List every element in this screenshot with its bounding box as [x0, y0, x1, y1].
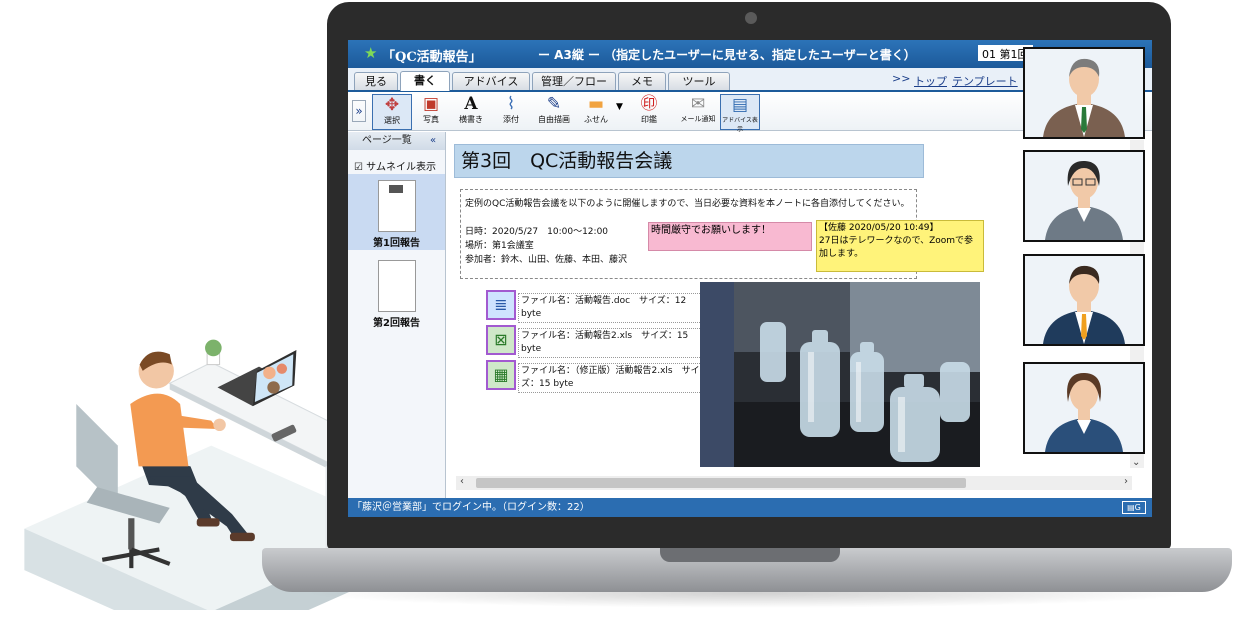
tab-manage-flow[interactable]: 管理／フロー — [532, 72, 616, 90]
page-thumbnail-2[interactable]: 第2回報告 — [348, 254, 445, 330]
woman-avatar-icon — [1025, 364, 1143, 452]
page-title: 第3回 QC活動報告会議 — [454, 144, 924, 178]
webcam — [745, 12, 757, 24]
login-status: 「藤沢＠営業部」でログイン中。（ログイン数：22） — [352, 502, 590, 513]
nav-link-top[interactable]: トップ — [914, 73, 947, 89]
participant-video-3 — [1023, 254, 1145, 346]
memo-attendees: 参加者：鈴木、山田、佐藤、本田、藤沢 — [465, 255, 628, 265]
excel-file-icon[interactable]: ▦ — [486, 360, 516, 390]
status-bar: 「藤沢＠営業部」でログイン中。（ログイン数：22） ▤G — [348, 498, 1152, 517]
sticky-note-tool-button[interactable]: ▬ ふせん — [576, 94, 616, 128]
sticky-note-body: 27日はテレワークなので、Zoomで参加します。 — [819, 236, 974, 259]
sidebar-collapse-button[interactable]: « — [430, 132, 436, 150]
woman-avatar-icon — [1025, 152, 1143, 240]
tab-advice[interactable]: アドバイス — [452, 72, 530, 90]
tab-view[interactable]: 見る — [354, 72, 398, 90]
photo-tool-button[interactable]: ▣ 写真 — [412, 94, 450, 128]
participant-video-4 — [1023, 362, 1145, 454]
chevron-down-icon[interactable]: ▼ — [616, 102, 623, 112]
thumbnail-image — [378, 180, 416, 232]
memo-place: 場所：第1会議室 — [465, 241, 534, 251]
draw-tool-button[interactable]: ✎ 自由描画 — [532, 94, 576, 128]
word-file-icon[interactable]: ≣ — [486, 290, 516, 320]
man-avatar-icon — [1025, 256, 1143, 344]
nav-arrow[interactable]: >> — [892, 72, 910, 85]
participant-video-1 — [1023, 47, 1145, 139]
stamp-tool-button[interactable]: ㊞ 印鑑 — [630, 94, 668, 128]
text-icon: A — [464, 94, 478, 114]
text-tool-button[interactable]: A 横書き — [452, 94, 490, 128]
excel-file-icon[interactable]: ⊠ — [486, 325, 516, 355]
tab-memo[interactable]: メモ — [618, 72, 666, 90]
cursor-icon: ✥ — [384, 95, 400, 115]
advice-display-button[interactable]: ▤ アドバイス表示 — [720, 94, 760, 133]
draw-icon: ✎ — [546, 94, 562, 114]
man-avatar-icon — [1025, 49, 1143, 137]
memo-intro: 定例のQC活動報告会議を以下のように開催しますので、当日必要な資料を本ノートに各… — [465, 199, 910, 209]
sidebar-header: ページ一覧 « — [348, 132, 445, 150]
photo-icon: ▣ — [422, 94, 440, 114]
toolbar-expand-button[interactable]: » — [352, 100, 366, 122]
yellow-sticky-note[interactable]: 【佐藤 2020/05/20 10:49】 27日はテレワークなので、Zoomで… — [816, 220, 984, 272]
mail-notify-button[interactable]: ✉ メール通知 — [678, 94, 718, 128]
attach-tool-button[interactable]: ⌇ 添付 — [492, 94, 530, 128]
laptop-notch — [660, 548, 840, 562]
desk-plant — [205, 339, 222, 366]
thumbnail-image — [378, 260, 416, 312]
tab-write[interactable]: 書く — [400, 71, 450, 91]
nav-link-template[interactable]: テンプレート — [952, 73, 1018, 89]
star-icon[interactable]: ★ — [364, 44, 377, 62]
stamp-icon: ㊞ — [640, 94, 658, 114]
checkbox-icon[interactable]: ☑ — [354, 162, 363, 173]
chevron-left-icon[interactable]: ‹ — [460, 476, 464, 487]
page-thumbnail-1[interactable]: 第1回報告 — [348, 174, 445, 250]
attachment-info: ファイル名：活動報告.doc サイズ：12 byte — [518, 293, 704, 323]
tab-tools[interactable]: ツール — [668, 72, 730, 90]
sticky-note-header: 【佐藤 2020/05/20 10:49】 — [819, 223, 939, 233]
advice-icon: ▤ — [731, 95, 749, 115]
chevron-down-icon[interactable]: ⌄ — [1132, 457, 1140, 468]
factory-bottles-photo[interactable] — [700, 282, 980, 467]
paperclip-icon: ⌇ — [506, 94, 516, 114]
participant-video-2 — [1023, 150, 1145, 242]
page-list-sidebar: ページ一覧 « ☑ サムネイル表示 第1回報告 第2回報告 — [348, 132, 446, 507]
sticky-note-icon: ▬ — [587, 94, 605, 114]
chevron-right-icon[interactable]: › — [1124, 476, 1128, 487]
attachment-info: ファイル名：（修正版）活動報告2.xls サイズ：15 byte — [518, 363, 704, 393]
note-subtitle: ー A3縦 ー （指定したユーザーに見せる、指定したユーザーと書く） — [538, 48, 916, 62]
select-tool-button[interactable]: ✥ 選択 — [372, 94, 412, 130]
horizontal-scroll-thumb[interactable] — [476, 478, 966, 488]
attachment-info: ファイル名：活動報告2.xls サイズ：15 byte — [518, 328, 704, 358]
memo-datetime: 日時：2020/5/27 10:00～12:00 — [465, 227, 609, 237]
note-title: 「QC活動報告」 — [382, 50, 482, 65]
pink-sticky-note[interactable]: 時間厳守でお願いします！ — [648, 222, 812, 251]
keyboard-icon[interactable]: ▤G — [1122, 501, 1146, 514]
thumbnail-toggle[interactable]: ☑ サムネイル表示 — [354, 158, 436, 173]
mail-icon: ✉ — [690, 94, 706, 114]
